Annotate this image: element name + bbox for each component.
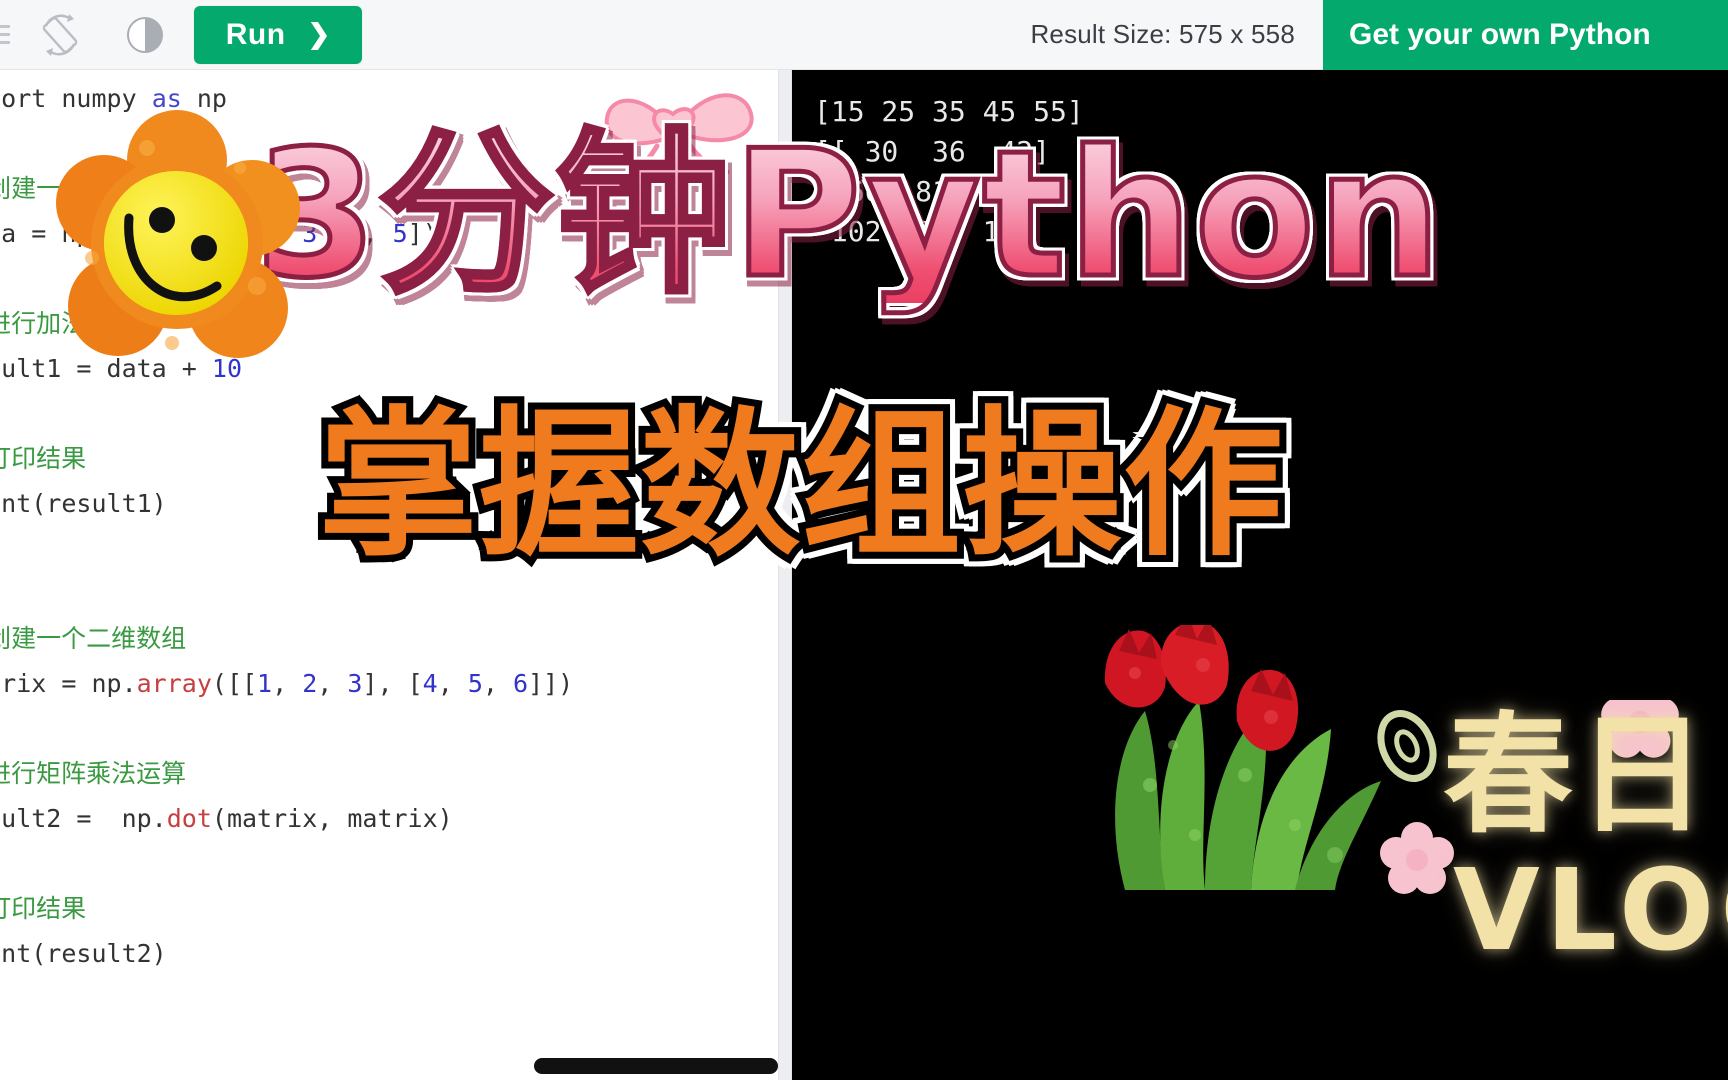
toolbar: Run ❯ Result Size: 575 x 558 Get your ow… (0, 0, 1728, 70)
code-token: # 进行矩阵乘法运算 (0, 759, 187, 788)
code-token: 2 (302, 669, 318, 698)
code-token: print(res (0, 939, 92, 968)
toolbar-left-group: Run ❯ (0, 0, 362, 70)
code-token: 3 (347, 669, 363, 698)
tulips-sticker (1104, 625, 1381, 890)
code-token: 5 (467, 669, 483, 698)
code-token: 4 (422, 669, 438, 698)
get-your-own-python-label: Get your own Python (1349, 17, 1651, 51)
toolbar-right-group: Result Size: 575 x 558 Get your own Pyth… (1030, 0, 1728, 70)
spring-vlog-decoration: 春日 VLOG (1355, 700, 1728, 1000)
code-token: result2 = (0, 804, 92, 833)
code-token: ult1) (91, 489, 167, 518)
smiley-face (104, 171, 248, 315)
contrast-icon[interactable] (106, 0, 184, 70)
get-your-own-python-button[interactable]: Get your own Python (1323, 0, 1728, 70)
code-token: 1 (257, 669, 273, 698)
code-token: , (317, 669, 348, 698)
code-token: 6 (513, 669, 529, 698)
code-token: ([[ (211, 669, 258, 698)
run-arrow-icon: ❯ (307, 19, 331, 49)
smiley-flower-sticker (56, 110, 300, 358)
code-token: dot (166, 804, 212, 833)
code-token: print(res (0, 489, 92, 518)
code-token: array (136, 669, 212, 698)
contrast-icon-glyph (127, 16, 163, 53)
code-token: # 创建一个二维数组 (0, 624, 187, 653)
code-token: matrix = (0, 669, 77, 698)
editor-horizontal-scrollbar-thumb[interactable] (534, 1058, 778, 1074)
run-button-label: Run (225, 17, 286, 51)
code-token: # 打印结果 (0, 444, 87, 473)
code-token: ult2) (91, 939, 167, 968)
code-token: np. (91, 669, 137, 698)
code-token: , (272, 669, 303, 698)
code-line: # 进行矩阵乘法运算 (0, 751, 573, 796)
code-token: np. (106, 804, 167, 833)
page-title-main: 3分钟Python (252, 114, 1444, 317)
code-token: , (437, 669, 468, 698)
spring-label-cn: 春日 (1443, 699, 1712, 851)
page-title-sub: 掌握数组操作 (311, 391, 1290, 578)
hamburger-icon-lines (0, 25, 10, 44)
code-line: matrix = np.array([[1, 2, 3], [4, 5, 6]]… (0, 661, 573, 706)
code-token: (matrix, matrix) (211, 804, 453, 833)
hamburger-icon[interactable] (0, 0, 14, 70)
vlog-label-en: VLOG (1453, 846, 1728, 976)
screen-rotate-icon[interactable] (14, 0, 106, 70)
code-line: result2 = np.dot(matrix, matrix) (0, 796, 573, 841)
leaf-icon (1377, 710, 1437, 782)
code-line: print(result2) (0, 931, 573, 976)
code-line: # 创建一个二维数组 (0, 616, 573, 661)
screen-rotate-icon-glyph (42, 13, 78, 56)
code-token: , (482, 669, 514, 698)
code-line: # 打印结果 (0, 886, 573, 931)
code-token: ]]) (528, 669, 574, 698)
code-token: # 打印结果 (0, 894, 87, 923)
code-token: ], [ (362, 669, 423, 698)
run-button[interactable]: Run ❯ (194, 5, 362, 64)
result-size-label: Result Size: 575 x 558 (1030, 19, 1295, 49)
